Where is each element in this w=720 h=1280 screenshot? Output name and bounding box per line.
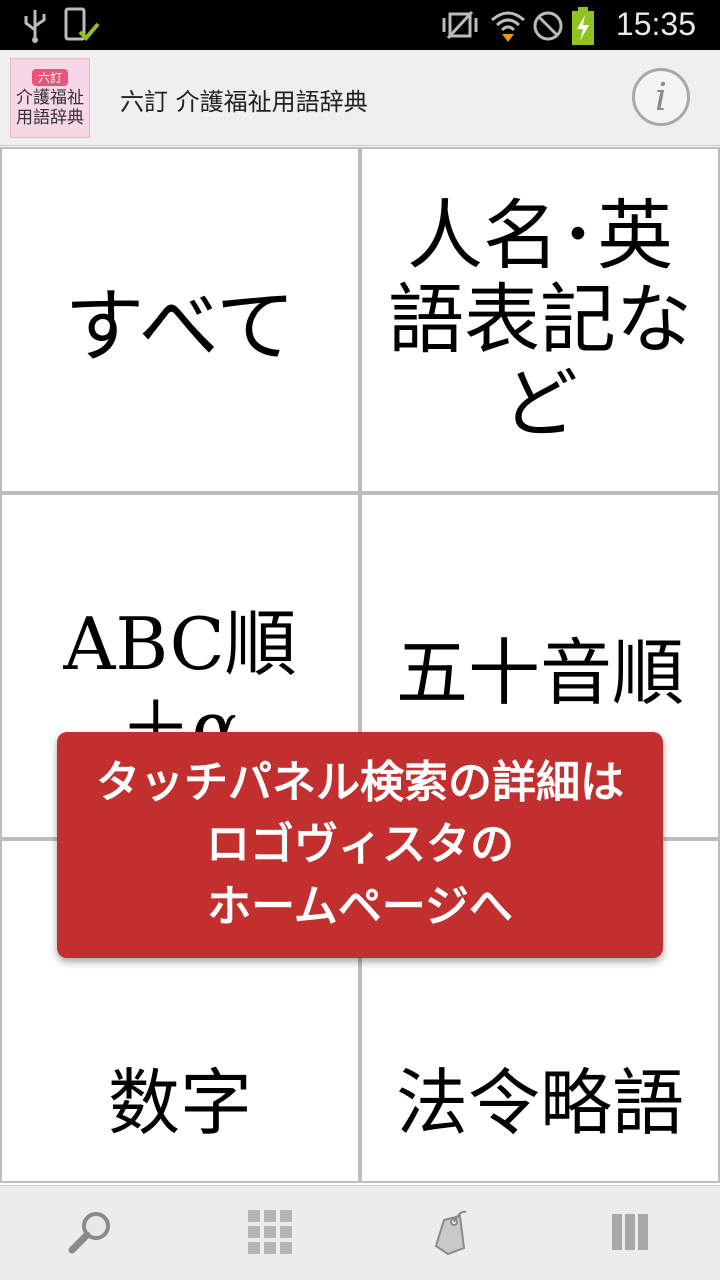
category-all-label: すべて bbox=[64, 280, 296, 373]
category-abc-line: ABC順 bbox=[63, 602, 297, 686]
category-numbers-label: 数字 bbox=[107, 1060, 252, 1145]
app-icon-badge: 六訂 bbox=[31, 68, 68, 86]
bottom-toolbar bbox=[0, 1185, 720, 1280]
toast-line: タッチパネル検索の詳細は bbox=[96, 757, 624, 808]
history-tag-icon bbox=[430, 1208, 470, 1260]
app-header: 六訂 介護福祉 用語辞典 六訂 介護福祉用語辞典 i bbox=[0, 50, 720, 146]
info-button[interactable]: i bbox=[632, 68, 690, 126]
toast-message[interactable]: タッチパネル検索の詳細は ロゴヴィスタの ホームページへ bbox=[57, 732, 663, 958]
category-grid: すべて 人名･英 語表記な ど ABC順 ＋α 五十音順 数字 法令略語 bbox=[0, 147, 720, 1183]
toast-line: ロゴヴィスタの bbox=[206, 819, 514, 870]
columns-icon bbox=[610, 1212, 650, 1256]
category-all-button[interactable]: すべて bbox=[2, 149, 358, 491]
category-law-abbr-label: 法令略語 bbox=[395, 1060, 684, 1145]
category-gojuon-label: 五十音順 bbox=[395, 630, 684, 715]
no-signal-icon bbox=[530, 6, 566, 48]
app-icon-line1: 介護福祉 bbox=[16, 87, 84, 108]
usb-icon bbox=[20, 6, 50, 48]
history-button[interactable] bbox=[360, 1186, 540, 1280]
category-names-english-button[interactable]: 人名･英 語表記な ど bbox=[362, 149, 718, 491]
app-icon: 六訂 介護福祉 用語辞典 bbox=[10, 58, 90, 138]
status-bar: 15:35 bbox=[0, 0, 720, 50]
vibrate-icon bbox=[440, 6, 480, 48]
search-button[interactable] bbox=[0, 1186, 180, 1280]
wifi-icon bbox=[488, 6, 528, 48]
category-names-line: 語表記な bbox=[388, 275, 692, 364]
toast-line: ホームページへ bbox=[207, 881, 513, 932]
info-icon: i bbox=[654, 75, 668, 119]
search-icon bbox=[66, 1208, 114, 1260]
category-names-label: 人名･英 語表記な ど bbox=[388, 194, 692, 446]
grid-view-button[interactable] bbox=[180, 1186, 360, 1280]
category-names-line: 人名･英 bbox=[407, 191, 673, 280]
category-names-line: ど bbox=[502, 359, 578, 448]
columns-button[interactable] bbox=[540, 1186, 720, 1280]
battery-charging-icon bbox=[570, 6, 596, 50]
app-title: 六訂 介護福祉用語辞典 bbox=[120, 88, 368, 116]
status-time: 15:35 bbox=[615, 6, 696, 42]
grid-icon bbox=[246, 1208, 294, 1260]
app-screen: 15:35 六訂 介護福祉 用語辞典 六訂 介護福祉用語辞典 i すべて 人名･… bbox=[0, 0, 720, 1280]
phone-check-icon bbox=[62, 6, 102, 48]
app-icon-line2: 用語辞典 bbox=[16, 107, 84, 128]
